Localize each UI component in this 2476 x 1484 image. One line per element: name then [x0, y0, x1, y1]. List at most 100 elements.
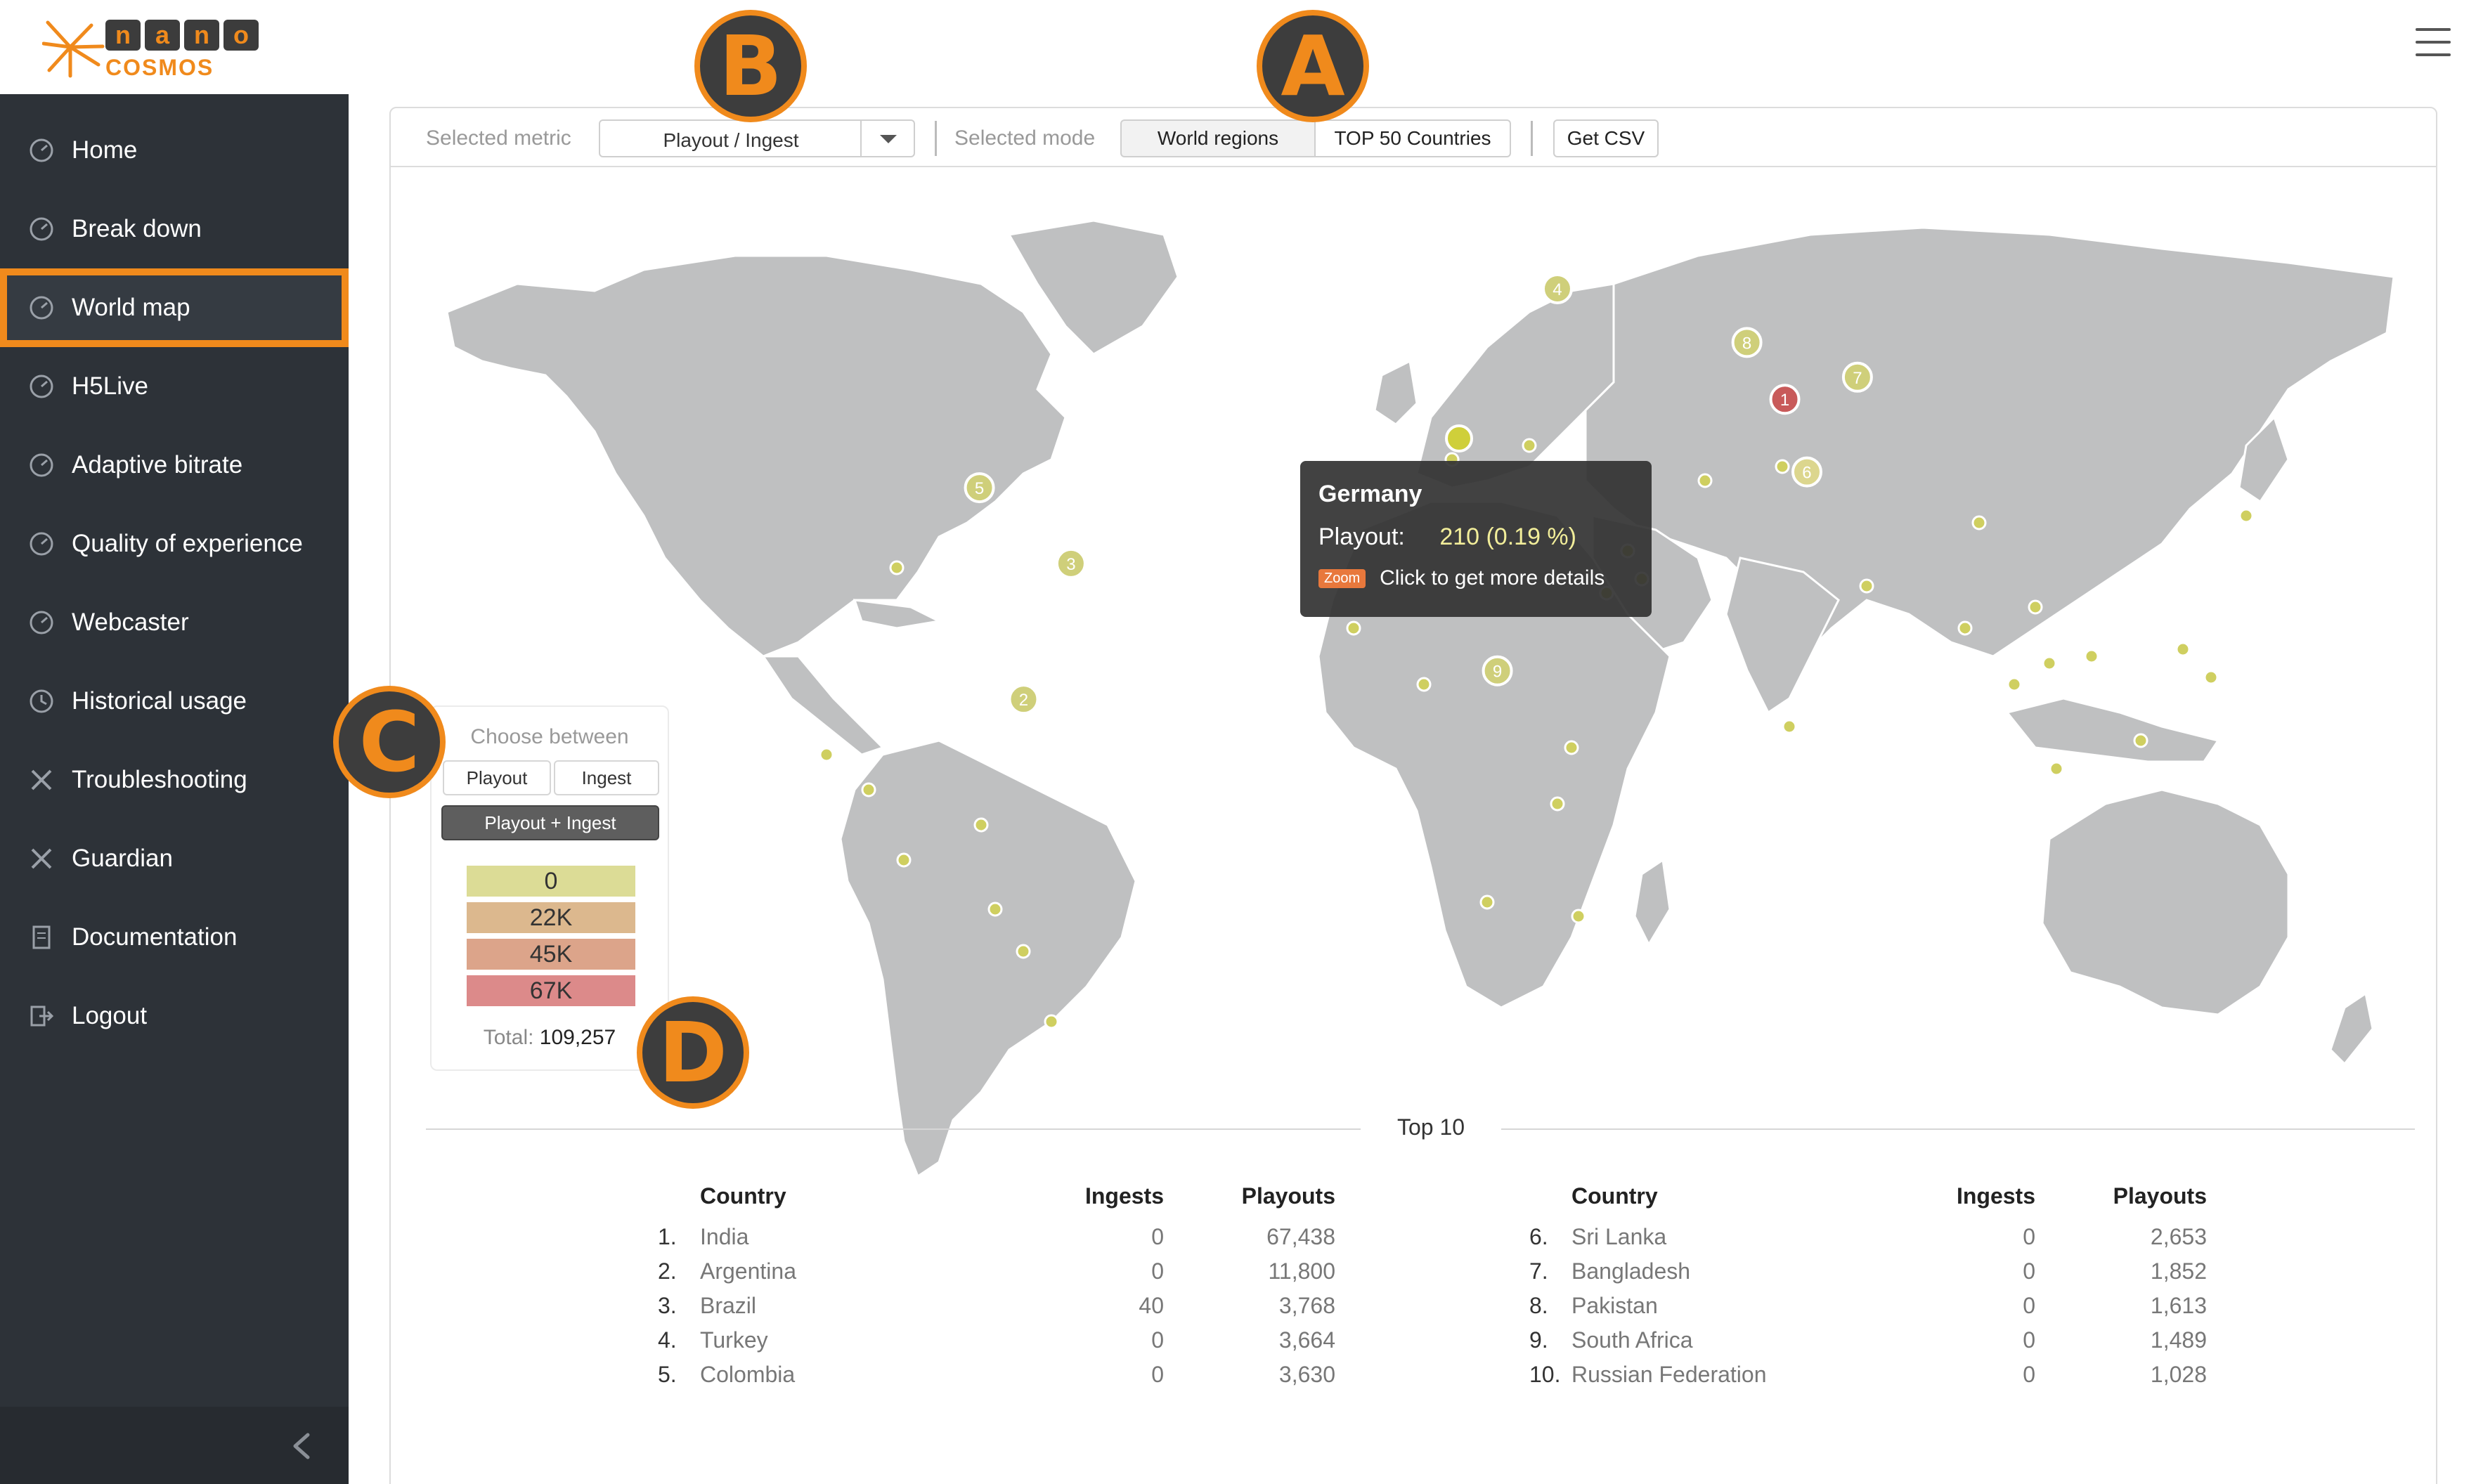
sidebar-item-guardian[interactable]: Guardian [0, 819, 349, 898]
sidebar-item-label: Webcaster [72, 608, 189, 636]
metric-label: Selected metric [426, 126, 571, 150]
sidebar-item-adaptive-bitrate[interactable]: Adaptive bitrate [0, 426, 349, 505]
country-cell: Turkey [700, 1327, 768, 1353]
region-australia [2041, 788, 2290, 1016]
map-legend: Choose between Playout Ingest Playout + … [430, 705, 669, 1071]
gauge-icon [28, 609, 55, 636]
ranked-marker[interactable]: 6 [1791, 456, 1822, 488]
top-header: n a n o COSMOS [0, 0, 2476, 94]
country-cell: Bangladesh [1571, 1258, 1691, 1284]
ranked-marker[interactable]: 3 [1055, 547, 1087, 579]
table-row[interactable]: 10. Russian Federation 0 1,028 [1529, 1362, 2207, 1393]
hamburger-menu-icon[interactable] [2416, 28, 2451, 59]
toolbar-divider [935, 121, 937, 156]
country-cell: India [700, 1224, 749, 1249]
annotation-badge-a: A [1257, 10, 1369, 122]
country-tooltip[interactable]: Germany Playout: 210 (0.19 %) Zoom Click… [1300, 461, 1652, 617]
sidebar-item-historical-usage[interactable]: Historical usage [0, 662, 349, 741]
zoom-badge[interactable]: Zoom [1318, 568, 1366, 588]
ranked-marker[interactable]: 8 [1731, 327, 1763, 358]
ingest-filter-button[interactable]: Ingest [554, 760, 659, 795]
ranked-marker[interactable]: 2 [1008, 684, 1039, 715]
sidebar-item-quality-of-experience[interactable]: Quality of experience [0, 505, 349, 583]
playout-filter-button[interactable]: Playout [443, 760, 551, 795]
gauge-icon [28, 452, 55, 479]
ranked-marker-label: 3 [1066, 555, 1075, 574]
sidebar-item-label: Adaptive bitrate [72, 451, 243, 479]
annotation-badge-c: C [333, 686, 446, 798]
ranked-marker[interactable]: 7 [1841, 361, 1873, 393]
sidebar-item-documentation[interactable]: Documentation [0, 898, 349, 977]
mode-top50-button[interactable]: TOP 50 Countries [1314, 119, 1511, 157]
sidebar-item-world-map[interactable]: World map [0, 268, 349, 347]
ingests-cell: 0 [2023, 1327, 2035, 1353]
mode-label: Selected mode [954, 126, 1096, 150]
sidebar-item-home[interactable]: Home [0, 111, 349, 190]
rank-cell: 10. [1529, 1362, 1561, 1387]
tooltip-row: Playout: 210 (0.19 %) [1318, 523, 1633, 551]
column-header-playouts: Playouts [2113, 1183, 2207, 1209]
table-row[interactable]: 1. India 0 67,438 [658, 1224, 1335, 1255]
ingests-cell: 0 [2023, 1293, 2035, 1318]
country-cell: Brazil [700, 1293, 757, 1318]
sidebar-item-logout[interactable]: Logout [0, 977, 349, 1055]
sidebar-item-h5live[interactable]: H5Live [0, 347, 349, 426]
ingests-cell: 0 [2023, 1258, 2035, 1284]
gauge-icon [28, 216, 55, 242]
playouts-cell: 3,630 [1278, 1362, 1335, 1387]
table-row[interactable]: 7. Bangladesh 0 1,852 [1529, 1258, 2207, 1289]
legend-scale-step: 0 [467, 866, 635, 897]
legend-scale-step: 22K [467, 902, 635, 933]
ranked-marker[interactable]: 5 [964, 472, 995, 504]
top10-divider-left [426, 1128, 1361, 1130]
marker-germany[interactable] [1445, 424, 1473, 453]
sidebar-item-label: Break down [72, 215, 202, 242]
nanocosmos-logo[interactable]: n a n o COSMOS [42, 15, 259, 80]
table-row[interactable]: 4. Turkey 0 3,664 [658, 1327, 1335, 1358]
country-cell: Sri Lanka [1571, 1224, 1667, 1249]
tooltip-hint: Click to get more details [1380, 566, 1605, 590]
country-cell: Russian Federation [1571, 1362, 1767, 1387]
table-row[interactable]: 8. Pakistan 0 1,613 [1529, 1293, 2207, 1324]
ranked-marker[interactable]: 1 [1769, 384, 1801, 415]
mode-world-regions-button[interactable]: World regions [1120, 119, 1316, 157]
rank-cell: 3. [658, 1293, 677, 1318]
sidebar-item-webcaster[interactable]: Webcaster [0, 583, 349, 662]
rank-cell: 4. [658, 1327, 677, 1353]
ranked-marker[interactable]: 9 [1482, 655, 1513, 686]
playouts-cell: 67,438 [1266, 1224, 1335, 1249]
playout-ingest-filter-button[interactable]: Playout + Ingest [441, 805, 659, 840]
playouts-cell: 3,768 [1278, 1293, 1335, 1318]
metric-select-value: Playout / Ingest [663, 129, 799, 151]
ingests-cell: 0 [1151, 1327, 1164, 1353]
table-row[interactable]: 5. Colombia 0 3,630 [658, 1362, 1335, 1393]
ranked-marker-label: 7 [1853, 369, 1862, 388]
playouts-cell: 1,852 [2150, 1258, 2207, 1284]
ranked-marker[interactable]: 4 [1541, 273, 1573, 304]
table-row[interactable]: 6. Sri Lanka 0 2,653 [1529, 1224, 2207, 1255]
collapse-sidebar-icon[interactable] [290, 1432, 313, 1460]
logo-letter: a [145, 20, 180, 51]
chevron-down-icon[interactable] [860, 121, 914, 156]
sidebar-item-label: Historical usage [72, 687, 247, 715]
logo-letter: n [105, 20, 141, 51]
legend-scale-step: 67K [467, 975, 635, 1006]
rank-cell: 2. [658, 1258, 677, 1284]
sidebar: Home Break down World map H5Live Adaptive bi… [0, 94, 349, 1484]
table-row[interactable]: 3. Brazil 40 3,768 [658, 1293, 1335, 1324]
country-cell: Argentina [700, 1258, 796, 1284]
rank-cell: 8. [1529, 1293, 1548, 1318]
table-row[interactable]: 2. Argentina 0 11,800 [658, 1258, 1335, 1289]
region-south-america [839, 739, 1137, 1178]
tooltip-footer: Zoom Click to get more details [1318, 566, 1633, 590]
sidebar-footer [0, 1407, 349, 1484]
sidebar-item-troubleshooting[interactable]: Troubleshooting [0, 741, 349, 819]
tooltip-title: Germany [1318, 481, 1422, 507]
table-row[interactable]: 9. South Africa 0 1,489 [1529, 1327, 2207, 1358]
tools-icon [28, 767, 55, 793]
get-csv-button[interactable]: Get CSV [1553, 119, 1659, 157]
sidebar-item-break-down[interactable]: Break down [0, 190, 349, 268]
legend-scale-step: 45K [467, 939, 635, 970]
column-header-country: Country [1571, 1183, 1658, 1209]
metric-select[interactable]: Playout / Ingest [599, 119, 915, 157]
